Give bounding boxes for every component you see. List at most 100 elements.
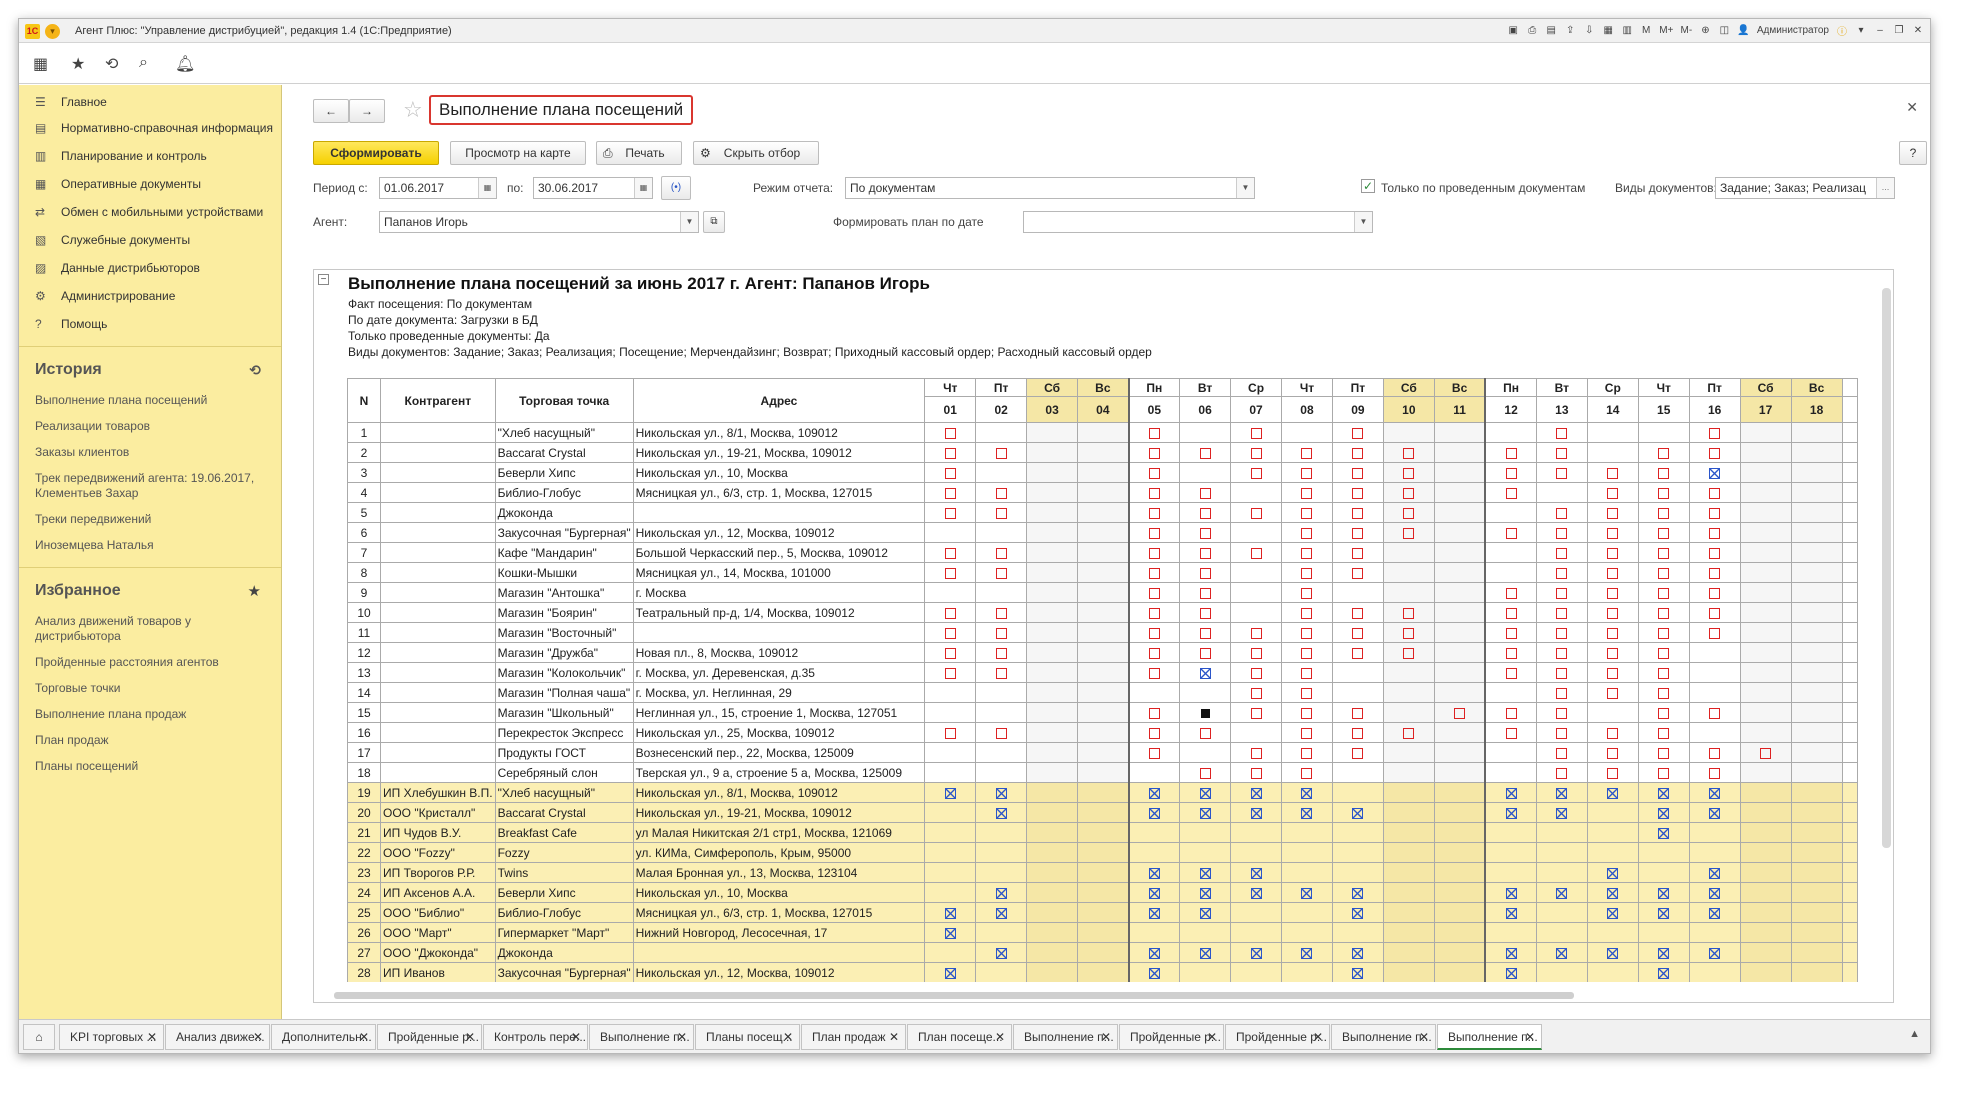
search-icon[interactable]: ⌕ [139, 54, 148, 72]
window-tab[interactable]: Пройденные р... ✕ [1119, 1024, 1224, 1050]
star-icon[interactable]: ★ [248, 582, 261, 600]
table-row[interactable]: 11 Магазин "Восточный" [347, 622, 1858, 643]
table-row[interactable]: 26 ООО "Март" Гипермаркет "Март" Нижний Нов… [347, 922, 1858, 943]
history-icon[interactable]: ⟲ [105, 54, 118, 74]
table-row[interactable]: 27 ООО "Джоконда" Джоконда [347, 942, 1858, 963]
chevron-down-icon[interactable]: ▾ [1855, 25, 1867, 36]
chevron-down-icon[interactable]: ▼ [1236, 178, 1254, 198]
window-tab[interactable]: План продаж ✕ [801, 1024, 906, 1050]
favorite-link[interactable]: Торговые точки [19, 681, 281, 696]
calendar-icon[interactable]: ▦ [634, 178, 652, 198]
window-tab[interactable]: Пройденные р... ✕ [1225, 1024, 1330, 1050]
memory-minus-button[interactable]: M- [1680, 25, 1693, 36]
table-row[interactable]: 4 Библио-Глобус Мясницкая ул., 6/3, стр. 1… [347, 482, 1858, 503]
window-tab[interactable]: Выполнение п... ✕ [589, 1024, 694, 1050]
open-agent-button[interactable]: ⧉ [703, 211, 725, 233]
window-tab[interactable]: Выполнение п... ✕ [1013, 1024, 1118, 1050]
sidebar-item[interactable]: ▥ Планирование и контроль [19, 149, 281, 164]
vertical-scrollbar[interactable] [1882, 288, 1891, 848]
close-tab-icon[interactable]: ✕ [1207, 1025, 1217, 1049]
table-row[interactable]: 28 ИП Иванов Закусочная "Бургерная" Никольс… [347, 962, 1858, 982]
period-select-button[interactable]: (•) [661, 176, 691, 200]
bell-icon[interactable]: 🔔︎ [175, 54, 195, 74]
memory-m-button[interactable]: M [1640, 25, 1652, 36]
mode-select[interactable]: По документам ▼ [845, 177, 1255, 199]
info-icon[interactable]: ⓘ [1836, 23, 1848, 38]
sidebar-item[interactable]: ▨ Данные дистрибьюторов [19, 261, 281, 276]
close-tab-icon[interactable]: ✕ [571, 1025, 581, 1049]
history-link[interactable]: Трек передвижений агента: 19.06.2017, Кл… [19, 471, 281, 501]
table-row[interactable]: 24 ИП Аксенов А.А. Беверли Хипс Никольская … [347, 882, 1858, 903]
import-icon[interactable]: ⇩ [1583, 25, 1595, 36]
apps-grid-icon[interactable]: ▦ [33, 54, 48, 74]
close-icon[interactable]: ✕ [1912, 25, 1924, 36]
table-row[interactable]: 15 Магазин "Школьный" Неглинная ул., 15, с… [347, 702, 1858, 723]
close-tab-icon[interactable]: ✕ [1313, 1025, 1323, 1049]
table-row[interactable]: 18 Серебряный слон Тверская ул., 9 а, стро… [347, 762, 1858, 783]
collapse-icon[interactable]: − [318, 274, 329, 285]
calendar-icon[interactable]: ▥ [1621, 25, 1633, 36]
calendar-icon[interactable]: ▦ [478, 178, 496, 198]
generate-button[interactable]: Сформировать [313, 141, 439, 165]
horizontal-scrollbar[interactable] [334, 992, 1574, 999]
window-tab[interactable]: Пройденные р... ✕ [377, 1024, 482, 1050]
print-button[interactable]: ⎙ Печать [596, 141, 682, 165]
table-row[interactable]: 12 Магазин "Дружба" Новая пл., 8, Москва, … [347, 642, 1858, 663]
table-row[interactable]: 10 Магазин "Боярин" Театральный пр-д, 1/4,… [347, 602, 1858, 623]
favorite-link[interactable]: План продаж [19, 733, 281, 748]
user-name[interactable]: Администратор [1757, 25, 1829, 36]
chevron-down-icon[interactable]: ▼ [1354, 212, 1372, 232]
sidebar-item[interactable]: ⚙ Администрирование [19, 289, 281, 304]
close-tab-icon[interactable]: ✕ [783, 1025, 793, 1049]
close-tab-icon[interactable]: ✕ [253, 1025, 263, 1049]
history-icon[interactable]: ⟲ [249, 362, 261, 379]
close-tab-icon[interactable]: ✕ [147, 1025, 157, 1049]
favorite-link[interactable]: Пройденные расстояния агентов [19, 655, 281, 670]
history-link[interactable]: Выполнение плана посещений [19, 393, 281, 408]
help-button[interactable]: ? [1899, 141, 1927, 165]
agent-field[interactable]: Папанов Игорь ▼ [379, 211, 699, 233]
window-tab[interactable]: Контроль пере... ✕ [483, 1024, 588, 1050]
table-row[interactable]: 19 ИП Хлебушкин В.П. "Хлеб насущный" Николь… [347, 782, 1858, 803]
export-icon[interactable]: ⇪ [1564, 25, 1576, 36]
restore-icon[interactable]: ❐ [1893, 25, 1905, 36]
table-row[interactable]: 17 Продукты ГОСТ Вознесенский пер., 22, Мо… [347, 742, 1858, 763]
star-icon[interactable]: ★ [71, 54, 85, 74]
chevron-down-icon[interactable]: ▼ [680, 212, 698, 232]
table-row[interactable]: 13 Магазин "Колокольчик" г. Москва, ул. Де… [347, 662, 1858, 683]
memory-plus-button[interactable]: M+ [1659, 25, 1673, 36]
favorite-link[interactable]: Планы посещений [19, 759, 281, 774]
minimize-icon[interactable]: – [1874, 25, 1886, 36]
table-row[interactable]: 5 Джоконда [347, 502, 1858, 523]
table-row[interactable]: 7 Кафе "Мандарин" Большой Черкасский пер.,… [347, 542, 1858, 563]
print-icon[interactable]: ⎙ [1526, 25, 1538, 36]
sidebar-item[interactable]: ? Помощь [19, 317, 281, 332]
table-row[interactable]: 16 Перекресток Экспресс Никольская ул., 25… [347, 722, 1858, 743]
close-tab-icon[interactable]: ✕ [1525, 1025, 1535, 1048]
preview-icon[interactable]: ▤ [1545, 25, 1557, 36]
history-link[interactable]: Треки передвижений [19, 512, 281, 527]
table-row[interactable]: 1 "Хлеб насущный" Никольская ул., 8/1, Мос… [347, 422, 1858, 443]
sidebar-item[interactable]: ▤ Нормативно-справочная информация [19, 121, 281, 136]
close-tab-icon[interactable]: ✕ [1419, 1025, 1429, 1049]
table-row[interactable]: 2 Baccarat Crystal Никольская ул., 19-21, … [347, 442, 1858, 463]
calc-icon[interactable]: ▦ [1602, 25, 1614, 36]
sidebar-item[interactable]: ☰ Главное [19, 95, 281, 110]
only-posted-checkbox[interactable]: ✓ [1361, 179, 1375, 193]
table-row[interactable]: 3 Беверли Хипс Никольская ул., 10, Москва [347, 462, 1858, 483]
map-view-button[interactable]: Просмотр на карте [450, 141, 586, 165]
table-row[interactable]: 14 Магазин "Полная чаша" г. Москва, ул. Не… [347, 682, 1858, 703]
sidebar-item[interactable]: ⇄ Обмен с мобильными устройствами [19, 205, 281, 220]
period-to-field[interactable]: 30.06.2017 ▦ [533, 177, 653, 199]
plan-by-date-field[interactable]: ▼ [1023, 211, 1373, 233]
window-tab[interactable]: Дополнительн... ✕ [271, 1024, 376, 1050]
table-row[interactable]: 21 ИП Чудов В.У. Breakfast Cafe ул Малая Ни… [347, 822, 1858, 843]
window-tab[interactable]: Выполнение п... ✕ [1437, 1024, 1542, 1050]
window-tab[interactable]: План посеще... ✕ [907, 1024, 1012, 1050]
close-tab-icon[interactable]: ✕ [465, 1025, 475, 1049]
window-tab[interactable]: Планы посещ... ✕ [695, 1024, 800, 1050]
table-row[interactable]: 8 Кошки-Мышки Мясницкая ул., 14, Москва, 1… [347, 562, 1858, 583]
close-tab-icon[interactable]: ✕ [1101, 1025, 1111, 1049]
table-row[interactable]: 22 ООО "Fozzy" Fozzy ул. КИМа, Симферополь… [347, 842, 1858, 863]
history-link[interactable]: Заказы клиентов [19, 445, 281, 460]
